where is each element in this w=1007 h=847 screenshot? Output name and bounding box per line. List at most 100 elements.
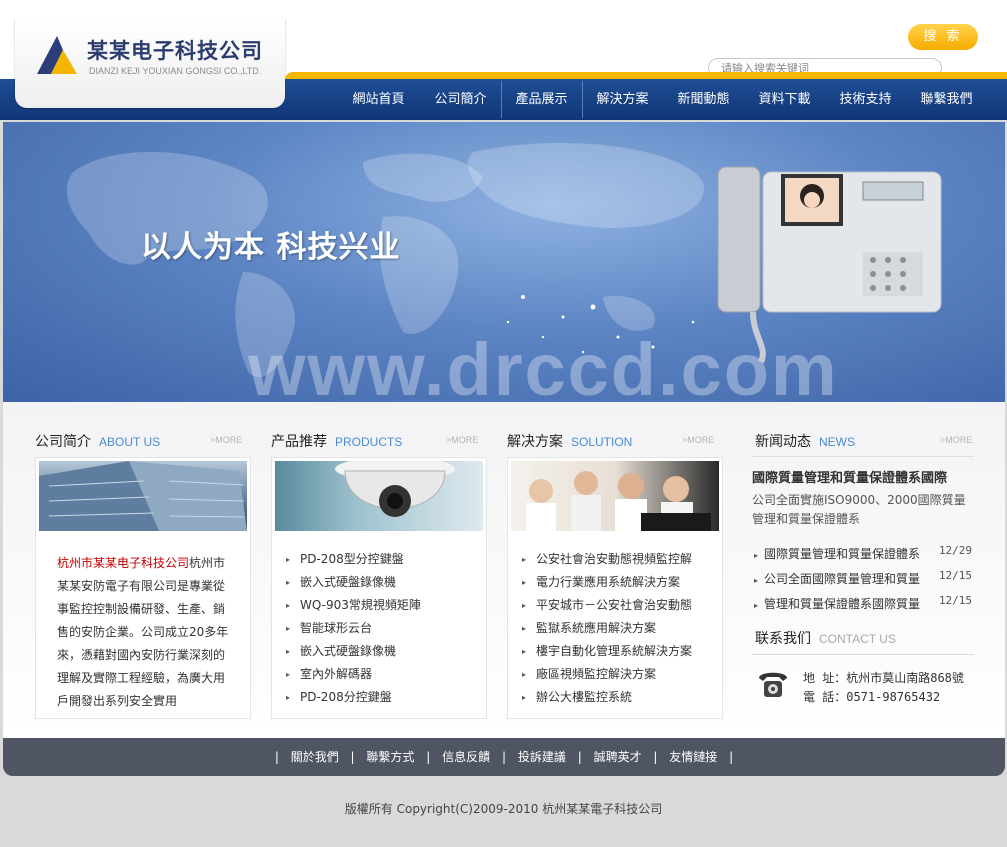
news-item-date: 12/15 bbox=[938, 569, 972, 582]
footer-nav: | 關於我們 | 聯繫方式 | 信息反饋 | 投訴建議 | 誠聘英才 | 友情鏈… bbox=[3, 738, 1005, 776]
bullet-icon: ▸ bbox=[522, 601, 527, 610]
news-headline[interactable]: 國際質量管理和質量保證體系國際 bbox=[752, 467, 947, 486]
news-heading: 新闻动态 NEWS bbox=[755, 431, 855, 453]
contact-address: 地 址：杭州市莫山南路868號 bbox=[803, 671, 964, 685]
list-item[interactable]: ▸ 公安社會治安動態視頻監控解 bbox=[508, 548, 722, 571]
list-item-label: 智能球形云台 bbox=[300, 621, 373, 635]
bullet-icon: ▸ bbox=[286, 578, 291, 587]
bullet-icon: ▸ bbox=[522, 578, 527, 587]
bullet-icon: ▸ bbox=[286, 601, 291, 610]
about-more-link[interactable]: >MORE bbox=[210, 435, 242, 445]
bullet-icon: ▸ bbox=[522, 647, 527, 656]
news-item-title: 國際質量管理和質量保證體系 bbox=[764, 547, 921, 561]
news-more-link[interactable]: >MORE bbox=[940, 435, 972, 445]
bullet-icon: ▸ bbox=[754, 576, 759, 585]
solutions-more-link[interactable]: >MORE bbox=[682, 435, 714, 445]
nav-item-news[interactable]: 新聞動態 bbox=[663, 79, 744, 120]
list-item[interactable]: ▸ 嵌入式硬盤錄像機 bbox=[272, 571, 486, 594]
banner-slogan: 以人为本 科技兴业 bbox=[141, 230, 401, 265]
search-button[interactable]: 搜 索 bbox=[908, 24, 978, 50]
list-item-label: 嵌入式硬盤錄像機 bbox=[300, 644, 397, 658]
bullet-icon: ▸ bbox=[286, 670, 291, 679]
solutions-title: 解决方案 bbox=[507, 434, 563, 450]
bullet-icon: ▸ bbox=[522, 555, 527, 564]
list-item-label: 公安社會治安動態視頻監控解 bbox=[536, 552, 693, 566]
bullet-icon: ▸ bbox=[286, 555, 291, 564]
nav-item-downloads[interactable]: 資料下載 bbox=[744, 79, 825, 120]
products-body: ▸ PD-208型分控鍵盤 ▸ 嵌入式硬盤錄像機 ▸ WQ-903常規視頻矩陣 ▸ 智能… bbox=[272, 536, 486, 709]
products-list: ▸ PD-208型分控鍵盤 ▸ 嵌入式硬盤錄像機 ▸ WQ-903常規視頻矩陣 ▸ 智能… bbox=[272, 536, 486, 709]
list-item[interactable]: ▸ 廠區視頻監控解決方案 bbox=[508, 663, 722, 686]
about-card: 杭州市某某电子科技公司杭州市某某安防電子有限公司是專業從事監控控制設備研發、生產… bbox=[35, 457, 251, 719]
building-graphic bbox=[39, 461, 247, 531]
about-title-en: ABOUT US bbox=[99, 435, 161, 449]
footer-link-about[interactable]: 關於我們 bbox=[291, 750, 339, 764]
camera-graphic bbox=[335, 461, 455, 517]
list-item-label: 平安城市－公安社會治安動態 bbox=[536, 598, 693, 612]
footer-separator: | bbox=[350, 750, 355, 764]
footer-link-contact[interactable]: 聯繫方式 bbox=[366, 750, 414, 764]
footer-link-friends[interactable]: 友情鏈接 bbox=[669, 750, 717, 764]
contact-title: 联系我们 bbox=[755, 631, 811, 647]
solutions-card: ▸ 公安社會治安動態視頻監控解 ▸ 電力行業應用系統解決方案 ▸ 平安城市－公安社會治… bbox=[507, 457, 723, 719]
hero-banner: 以人为本 科技兴业 www.drccd.com bbox=[3, 122, 1005, 402]
nav-item-home[interactable]: 網站首頁 bbox=[338, 79, 419, 120]
logo-icon bbox=[37, 36, 77, 74]
news-title: 新闻动态 bbox=[755, 434, 811, 450]
footer-separator: | bbox=[426, 750, 431, 764]
news-description: 公司全面實施ISO9000、2000國際質量管理和質量保證體系 bbox=[752, 493, 966, 526]
footer-separator: | bbox=[653, 750, 658, 764]
list-item-label: 監獄系統應用解決方案 bbox=[536, 621, 657, 635]
list-item[interactable]: ▸ 嵌入式硬盤錄像機 bbox=[272, 640, 486, 663]
products-heading: 产品推荐 PRODUCTS bbox=[271, 431, 402, 453]
list-item[interactable]: ▸ 辦公大樓監控系統 bbox=[508, 686, 722, 709]
list-item[interactable]: ▸ 電力行業應用系統解決方案 bbox=[508, 571, 722, 594]
solutions-list: ▸ 公安社會治安動態視頻監控解 ▸ 電力行業應用系統解決方案 ▸ 平安城市－公安社會治… bbox=[508, 536, 722, 709]
nav-item-solutions[interactable]: 解決方案 bbox=[582, 79, 663, 120]
bullet-icon: ▸ bbox=[754, 601, 759, 610]
logo-subtitle: DIANZI KEJI YOUXIAN GONGSI CO.,LTD. bbox=[89, 66, 262, 76]
about-intro: 杭州市某某电子科技公司杭州市某某安防電子有限公司是專業從事監控控制設備研發、生產… bbox=[36, 536, 250, 713]
copyright-text: 版權所有 Copyright(C)2009-2010 杭州某某電子科技公司 bbox=[344, 802, 663, 816]
list-item-label: PD-208分控鍵盤 bbox=[300, 690, 392, 704]
logo-panel[interactable]: 某某电子科技公司 DIANZI KEJI YOUXIAN GONGSI CO.,… bbox=[15, 18, 285, 108]
team-graphic bbox=[526, 471, 711, 531]
list-item[interactable]: ▸ 樓宇自動化管理系統解決方案 bbox=[508, 640, 722, 663]
footer-link-careers[interactable]: 誠聘英才 bbox=[594, 750, 642, 764]
list-item[interactable]: ▸ PD-208分控鍵盤 bbox=[272, 686, 486, 709]
intercom-phone-graphic bbox=[717, 166, 942, 364]
news-list-item[interactable]: ▸ 公司全面國際質量管理和質量 12/15 bbox=[754, 569, 976, 589]
nav-item-products[interactable]: 產品展示 bbox=[501, 79, 582, 120]
list-item-label: PD-208型分控鍵盤 bbox=[300, 552, 404, 566]
nav-item-contact[interactable]: 聯繫我們 bbox=[906, 79, 987, 120]
products-title-en: PRODUCTS bbox=[335, 435, 403, 449]
news-list-item[interactable]: ▸ 國際質量管理和質量保證體系 12/29 bbox=[754, 544, 976, 564]
list-item[interactable]: ▸ 智能球形云台 bbox=[272, 617, 486, 640]
company-name-link[interactable]: 杭州市某某电子科技公司 bbox=[57, 556, 189, 570]
solutions-heading: 解决方案 SOLUTION bbox=[507, 431, 632, 453]
list-item[interactable]: ▸ 室內外解碼器 bbox=[272, 663, 486, 686]
products-image bbox=[275, 461, 483, 531]
list-item[interactable]: ▸ WQ-903常規視頻矩陣 bbox=[272, 594, 486, 617]
products-more-link[interactable]: >MORE bbox=[446, 435, 478, 445]
bullet-icon: ▸ bbox=[754, 551, 759, 560]
about-text: 杭州市某某安防電子有限公司是專業從事監控控制設備研發、生產、銷售的安防企業。公司… bbox=[57, 556, 229, 708]
footer-separator: | bbox=[501, 750, 507, 764]
footer-link-complaints[interactable]: 投訴建議 bbox=[518, 750, 566, 764]
news-item-title: 管理和質量保證體系國際質量 bbox=[764, 597, 921, 611]
solutions-title-en: SOLUTION bbox=[571, 435, 633, 449]
list-item[interactable]: ▸ 平安城市－公安社會治安動態 bbox=[508, 594, 722, 617]
solutions-body: ▸ 公安社會治安動態視頻監控解 ▸ 電力行業應用系統解決方案 ▸ 平安城市－公安社會治… bbox=[508, 536, 722, 709]
news-item-title: 公司全面國際質量管理和質量 bbox=[764, 572, 921, 586]
footer-link-feedback[interactable]: 信息反饋 bbox=[442, 750, 490, 764]
list-item[interactable]: ▸ 監獄系統應用解決方案 bbox=[508, 617, 722, 640]
nav-item-support[interactable]: 技術支持 bbox=[825, 79, 906, 120]
list-item-label: 廠區視頻監控解決方案 bbox=[536, 667, 657, 681]
nav-item-about[interactable]: 公司簡介 bbox=[420, 79, 501, 120]
list-item[interactable]: ▸ PD-208型分控鍵盤 bbox=[272, 548, 486, 571]
footer-separator: | bbox=[729, 750, 734, 764]
solutions-image bbox=[511, 461, 719, 531]
contact-title-en: CONTACT US bbox=[819, 632, 896, 646]
news-list-item[interactable]: ▸ 管理和質量保證體系國際質量 12/15 bbox=[754, 594, 976, 614]
contact-phone: 電 話：0571-98765432 bbox=[803, 690, 941, 704]
